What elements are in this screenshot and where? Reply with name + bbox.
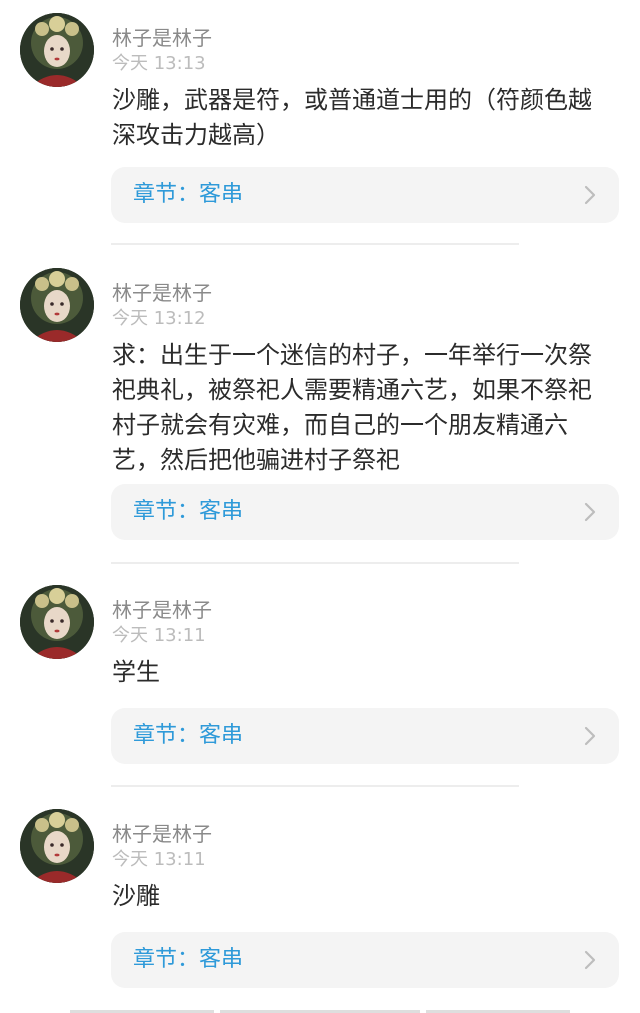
chapter-link-button[interactable]: 章节：客串	[111, 167, 619, 223]
timestamp: 今天 13:11	[112, 849, 206, 870]
username[interactable]: 林子是林子	[112, 25, 212, 51]
divider	[111, 562, 519, 564]
chevron-right-icon	[584, 726, 596, 746]
avatar-portrait-icon	[20, 809, 94, 883]
comment-item: 林子是林子 今天 13:11 学生 章节：客串	[0, 585, 640, 765]
username[interactable]: 林子是林子	[112, 597, 212, 623]
comment-feed: 林子是林子 今天 13:13 沙雕，武器是符，或普通道士用的（符颜色越深攻击力越…	[0, 0, 640, 1013]
comment-item: 林子是林子 今天 13:12 求：出生于一个迷信的村子，一年举行一次祭祀典礼，被…	[0, 268, 640, 548]
comment-text: 沙雕，武器是符，或普通道士用的（符颜色越深攻击力越高）	[112, 86, 592, 149]
chevron-right-icon	[584, 950, 596, 970]
divider	[111, 785, 519, 787]
chevron-right-icon	[584, 502, 596, 522]
comment-item: 林子是林子 今天 13:13 沙雕，武器是符，或普通道士用的（符颜色越深攻击力越…	[0, 13, 640, 243]
chapter-label: 章节：客串	[133, 182, 244, 207]
username[interactable]: 林子是林子	[112, 821, 212, 847]
comment-text: 学生	[112, 658, 160, 686]
chapter-link-button[interactable]: 章节：客串	[111, 484, 619, 540]
avatar-portrait-icon	[20, 268, 94, 342]
chapter-label: 章节：客串	[133, 723, 244, 748]
avatar[interactable]	[20, 809, 94, 883]
bottom-edge	[0, 1009, 640, 1013]
timestamp: 今天 13:13	[112, 53, 206, 74]
chapter-link-button[interactable]: 章节：客串	[111, 708, 619, 764]
chevron-right-icon	[584, 185, 596, 205]
avatar[interactable]	[20, 268, 94, 342]
comment-item: 林子是林子 今天 13:11 沙雕 章节：客串	[0, 809, 640, 989]
comment-text: 求：出生于一个迷信的村子，一年举行一次祭祀典礼，被祭祀人需要精通六艺，如果不祭祀…	[112, 341, 592, 474]
avatar[interactable]	[20, 585, 94, 659]
chapter-label: 章节：客串	[133, 499, 244, 524]
chapter-label: 章节：客串	[133, 947, 244, 972]
comment-text: 沙雕	[112, 882, 160, 910]
divider	[111, 243, 519, 245]
avatar-portrait-icon	[20, 13, 94, 87]
avatar-portrait-icon	[20, 585, 94, 659]
chapter-link-button[interactable]: 章节：客串	[111, 932, 619, 988]
username[interactable]: 林子是林子	[112, 280, 212, 306]
avatar[interactable]	[20, 13, 94, 87]
timestamp: 今天 13:11	[112, 625, 206, 646]
timestamp: 今天 13:12	[112, 308, 206, 329]
